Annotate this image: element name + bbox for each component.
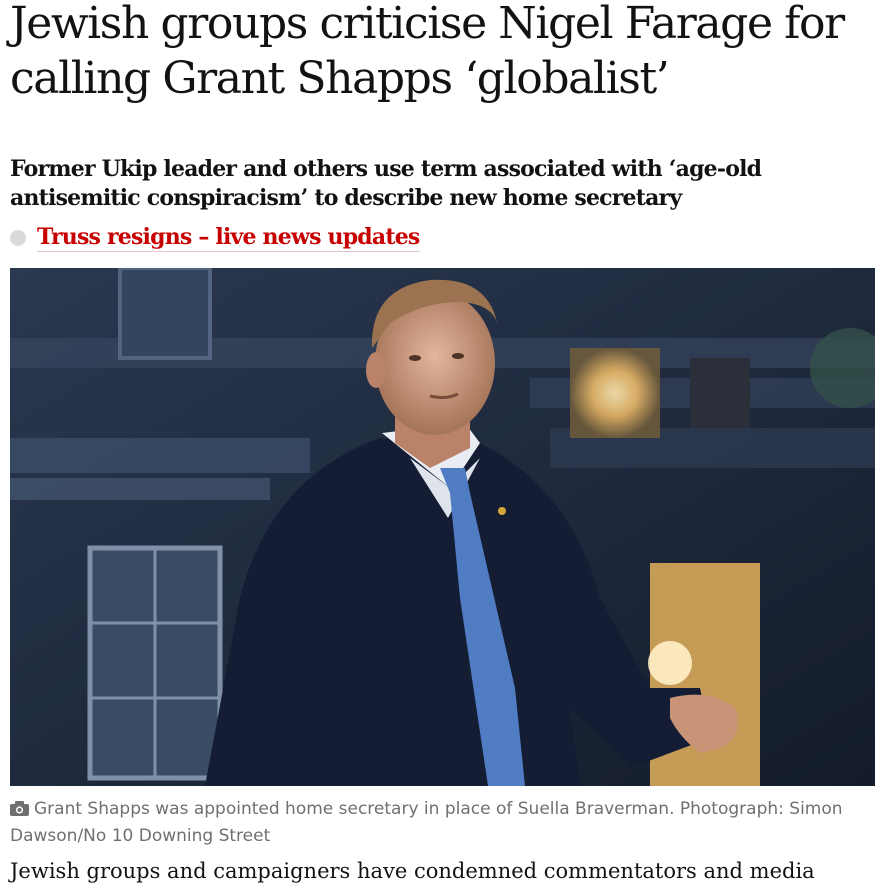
article-standfirst: Former Ukip leader and others use term a… [10, 156, 762, 211]
article-headline: Jewish groups criticise Nigel Farage for… [10, 0, 845, 104]
live-updates-link-label: Truss resigns – live news updates [37, 224, 420, 252]
live-indicator-dot-icon [10, 230, 26, 246]
photo-caption: Grant Shapps was appointed home secretar… [10, 796, 875, 850]
camera-icon [10, 801, 29, 816]
live-updates-link[interactable]: Truss resigns – live news updates [10, 223, 420, 253]
article-body-first-line: Jewish groups and campaigners have conde… [10, 859, 815, 883]
photo-caption-text: Grant Shapps was appointed home secretar… [10, 799, 843, 846]
article-main-photo[interactable] [10, 268, 875, 786]
photo-illustration [10, 268, 875, 786]
